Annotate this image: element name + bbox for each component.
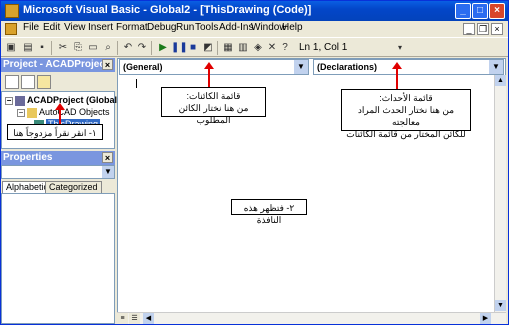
scroll-left-icon[interactable]: ◀ [143,313,154,324]
reset-icon[interactable]: ■ [186,41,200,55]
scroll-up-icon[interactable]: ▲ [495,75,506,86]
project-toolbar [1,73,115,91]
chevron-down-icon[interactable]: ▼ [294,60,308,74]
project-tree: − ACADProject (Global2) − AutoCAD Objects … [1,91,125,149]
project-explorer-icon[interactable]: ▦ [221,41,235,55]
mdi-close-button[interactable]: × [491,23,503,35]
view-code-icon[interactable] [5,75,19,89]
menu-run[interactable]: Run [176,22,194,33]
callout-double-click: ١- انقر نقراً مزدوجاً هنا [7,124,103,140]
paste-icon[interactable]: ▭ [86,41,100,55]
standard-toolbar: ▣ ▤ ▪ ✂ ⎘ ▭ ⌕ ↶ ↷ ▶ ❚❚ ■ ◩ ▦ ▥ ◈ ✕ ? Ln … [1,37,508,57]
object-selector[interactable]: ▼ [1,165,115,179]
callout-window-appears: ٢- فتظهر هذه النافذة [231,199,307,225]
chevron-down-icon[interactable]: ▼ [102,166,114,178]
toolbar-options-icon[interactable]: ▾ [393,41,407,55]
properties-grid [1,193,115,324]
menu-file[interactable]: File [23,22,39,33]
minimize-button[interactable]: _ [455,3,471,19]
menu-bar: File Edit View Insert Format Debug Run T… [1,21,508,37]
tree-root[interactable]: − ACADProject (Global2) [5,95,125,106]
mdi-minimize-button[interactable]: _ [463,23,475,35]
title-bar: Microsoft Visual Basic - Global2 - [This… [1,1,508,21]
full-module-view-icon[interactable]: ☰ [129,313,140,324]
project-panel-title: Project - ACADProject [3,59,109,70]
callout-arrowhead [55,103,65,110]
break-icon[interactable]: ❚❚ [171,41,188,55]
document-icon[interactable] [5,23,17,35]
find-icon[interactable]: ⌕ [101,41,115,55]
chevron-down-icon[interactable]: ▼ [489,60,503,74]
properties-panel-title: Properties [3,152,53,163]
callout-arrow [208,67,210,87]
callout-arrowhead [392,62,402,69]
properties-window-icon[interactable]: ▥ [236,41,250,55]
properties-tabs: Alphabetic Categorized [1,181,115,193]
scroll-down-icon[interactable]: ▼ [495,300,506,311]
properties-panel-header: Properties × [1,151,115,165]
maximize-button[interactable]: □ [472,3,488,19]
menu-insert[interactable]: Insert [88,22,113,33]
run-icon[interactable]: ▶ [156,41,170,55]
procedure-combo[interactable]: (Declarations) ▼ [313,59,504,75]
redo-icon[interactable]: ↷ [135,41,149,55]
mdi-restore-button[interactable]: ❐ [477,23,489,35]
project-panel-header: Project - ACADProject × [1,58,115,72]
project-icon [15,95,25,106]
callout-arrow [59,108,61,124]
folder-icon [27,107,37,118]
cursor-position: Ln 1, Col 1 [299,42,348,53]
undo-icon[interactable]: ↶ [121,41,135,55]
cut-icon[interactable]: ✂ [56,41,70,55]
design-mode-icon[interactable]: ◩ [201,41,215,55]
menu-tools[interactable]: Tools [195,22,218,33]
callout-arrow [396,67,398,90]
help-icon[interactable]: ? [278,41,292,55]
app-icon [5,4,19,18]
menu-format[interactable]: Format [116,22,148,33]
tab-categorized[interactable]: Categorized [45,181,102,193]
view-object-icon[interactable] [21,75,35,89]
callout-objects-list: قائمة الكائنات: من هنا نختار الكائن المط… [161,87,266,125]
toggle-folders-icon[interactable] [37,75,51,89]
close-icon[interactable]: × [102,59,113,70]
menu-help[interactable]: Help [282,22,303,33]
toolbox-icon[interactable]: ✕ [265,41,279,55]
collapse-icon[interactable]: − [17,108,25,117]
copy-icon[interactable]: ⎘ [71,41,85,55]
window-title: Microsoft Visual Basic - Global2 - [This… [23,4,312,16]
close-button[interactable]: × [489,3,505,19]
object-browser-icon[interactable]: ◈ [251,41,265,55]
callout-events-list: قائمة الأحداث: من هنا نختار الحدث المراد… [341,89,471,139]
collapse-icon[interactable]: − [5,96,13,105]
object-combo[interactable]: (General) ▼ [119,59,309,75]
save-icon[interactable]: ▪ [35,41,49,55]
menu-add-ins[interactable]: Add-Ins [219,22,253,33]
horizontal-scrollbar[interactable]: ≡ ☰ ◀ ▶ [117,312,506,324]
vertical-scrollbar[interactable]: ▲ ▼ [494,75,506,312]
scroll-right-icon[interactable]: ▶ [480,313,491,324]
procedure-view-icon[interactable]: ≡ [117,313,128,324]
menu-debug[interactable]: Debug [147,22,176,33]
vba-editor-window: Microsoft Visual Basic - Global2 - [This… [0,0,509,325]
close-icon[interactable]: × [102,152,113,163]
text-cursor [136,79,137,88]
menu-edit[interactable]: Edit [43,22,60,33]
callout-arrowhead [204,62,214,69]
menu-view[interactable]: View [64,22,86,33]
insert-module-icon[interactable]: ▤ [21,41,35,55]
view-acad-icon[interactable]: ▣ [4,41,18,55]
